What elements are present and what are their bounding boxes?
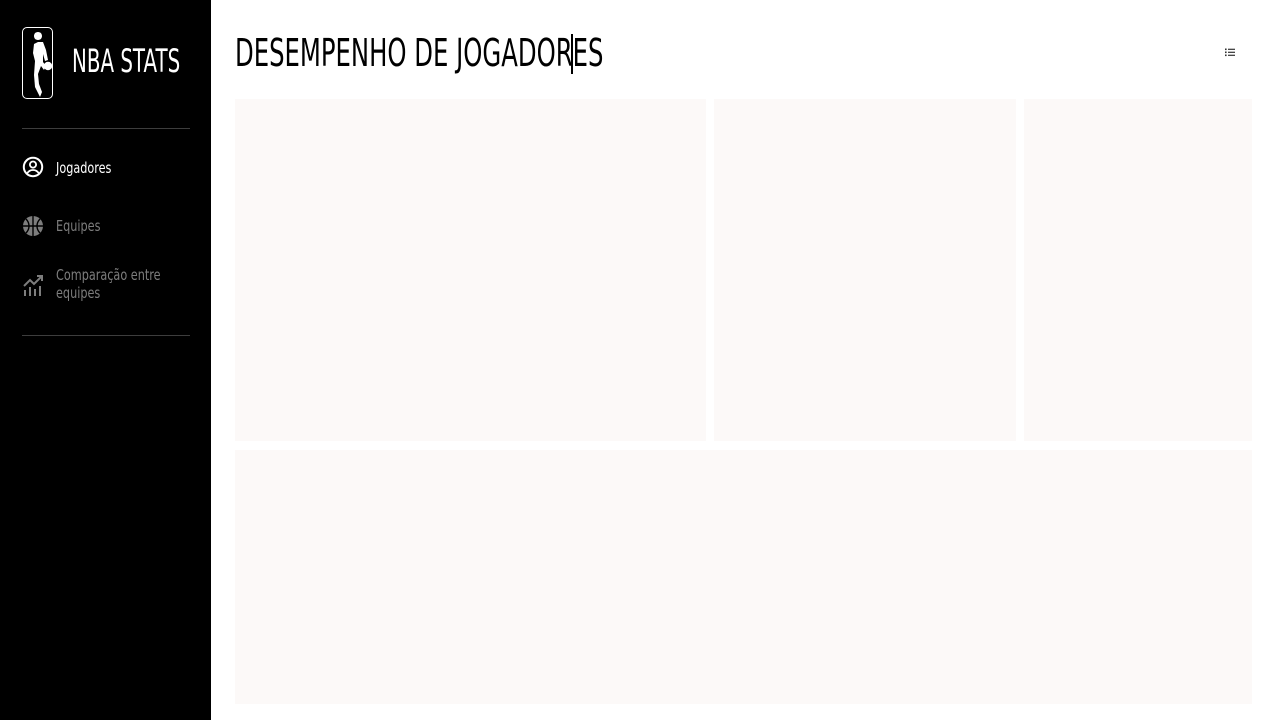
user-circle-icon xyxy=(22,156,44,178)
page-title: DESEMPENHO DE JOGADORES xyxy=(235,31,604,75)
sidebar-divider-top xyxy=(22,128,190,129)
panel-bottom xyxy=(235,450,1252,704)
nba-logo-icon xyxy=(22,27,53,99)
trend-chart-icon xyxy=(22,274,44,296)
panel-right xyxy=(1024,99,1252,441)
brand-title: NBA STATS xyxy=(72,42,181,80)
basketball-icon xyxy=(22,215,44,237)
sidebar-item-label: Jogadores xyxy=(56,159,112,177)
main-content: DESEMPENHO DE JOGADORES xyxy=(211,0,1280,720)
sidebar-item-label: Equipes xyxy=(56,217,101,235)
panel-middle xyxy=(714,99,1016,441)
list-icon xyxy=(1223,45,1237,64)
title-divider xyxy=(571,34,573,74)
sidebar: NBA STATS Jogadores Equipes Comparação e… xyxy=(0,0,211,720)
list-menu-button[interactable] xyxy=(1223,45,1237,59)
brand[interactable]: NBA STATS xyxy=(22,27,192,101)
sidebar-divider-bottom xyxy=(22,335,190,336)
sidebar-item-label: Comparação entre equipes xyxy=(56,266,161,302)
panel-left xyxy=(235,99,706,441)
